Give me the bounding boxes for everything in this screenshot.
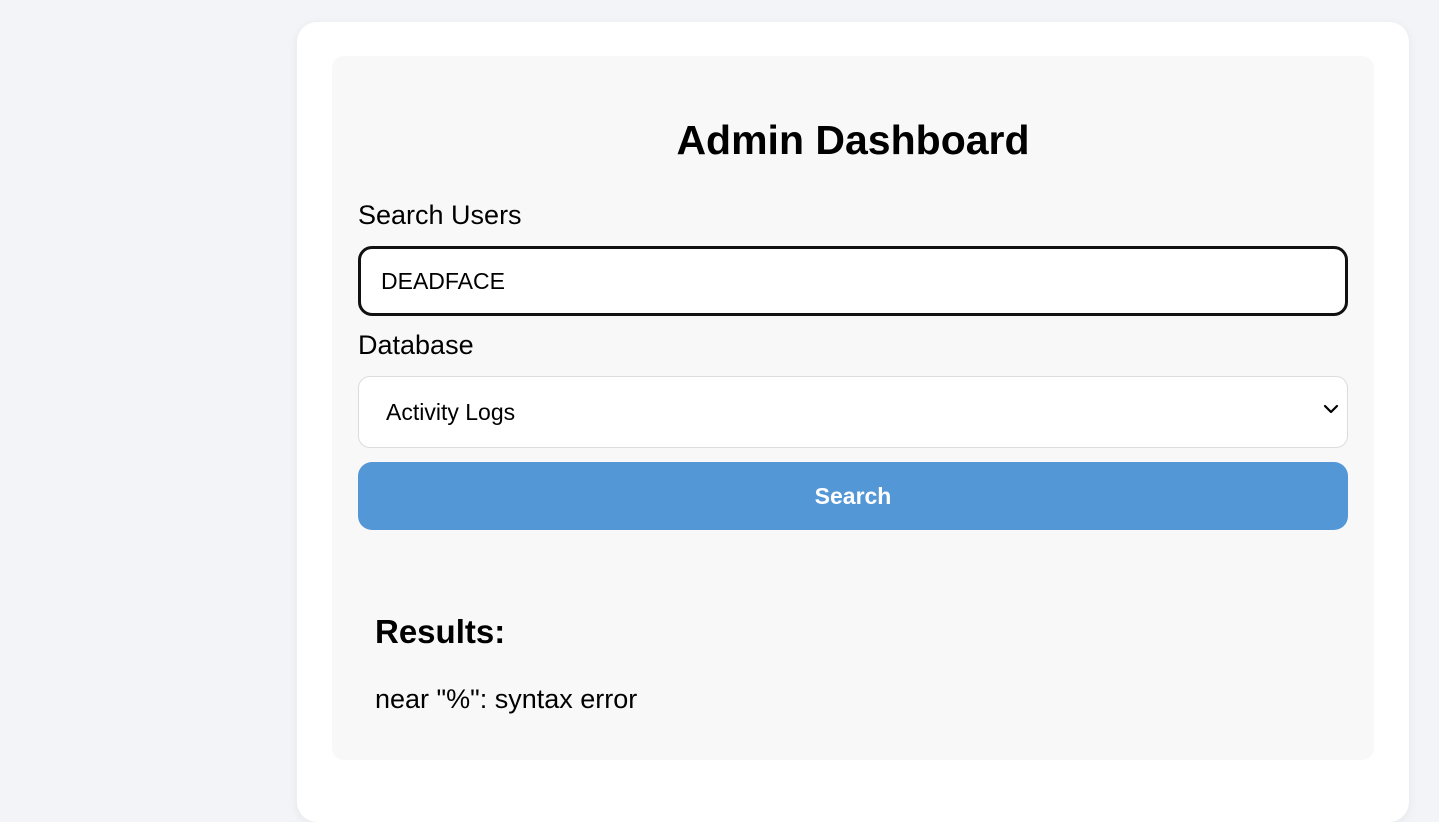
- database-label: Database: [358, 330, 474, 360]
- search-button[interactable]: Search: [358, 462, 1348, 530]
- database-selected-value: Activity Logs: [386, 399, 516, 425]
- search-input[interactable]: [358, 246, 1348, 316]
- dashboard-card: Admin Dashboard Search Users Database Ac…: [297, 22, 1409, 822]
- page-title: Admin Dashboard: [676, 117, 1030, 163]
- chevron-down-icon: [1323, 404, 1339, 414]
- results-heading: Results:: [375, 613, 506, 650]
- results-message: near "%": syntax error: [375, 684, 638, 714]
- search-panel: Admin Dashboard Search Users Database Ac…: [332, 56, 1374, 760]
- search-users-label: Search Users: [358, 200, 522, 230]
- database-select[interactable]: Activity Logs: [358, 376, 1348, 448]
